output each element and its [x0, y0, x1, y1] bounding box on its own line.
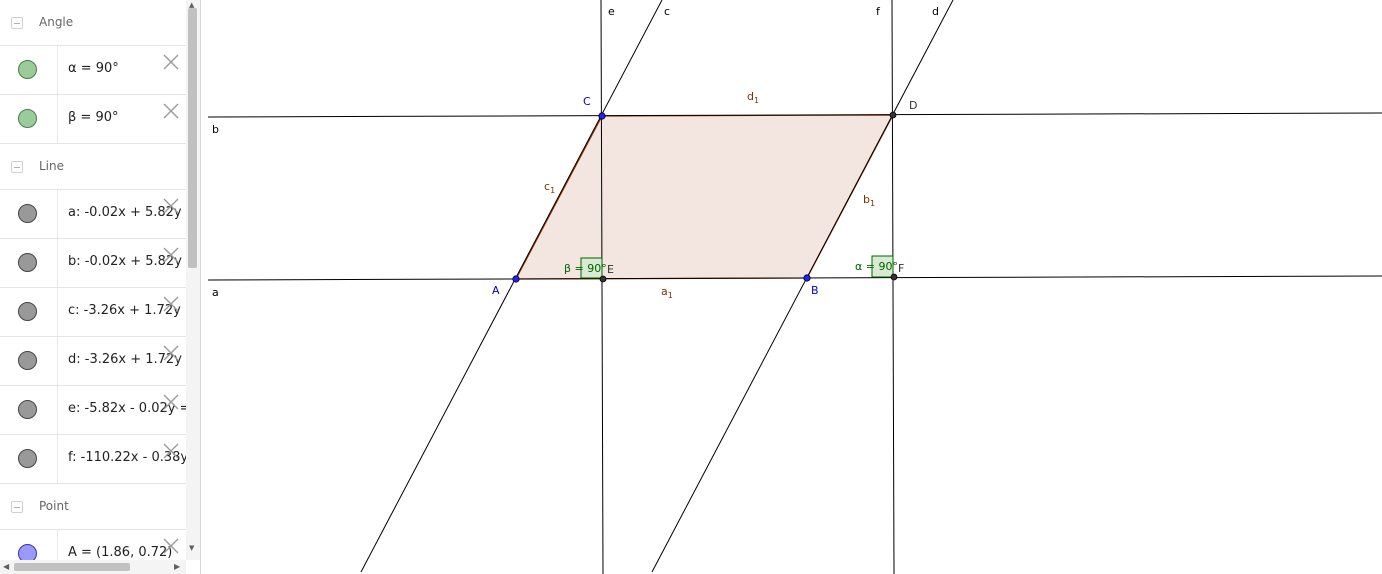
close-icon[interactable] [161, 392, 181, 412]
horizontal-scrollbar[interactable]: ◀ ▶ [0, 560, 186, 574]
group-header-point[interactable]: Point [0, 484, 186, 530]
object-definition[interactable]: α = 90° [68, 61, 119, 76]
line-label-d: d [932, 5, 939, 18]
segment-label-a1: a1 [661, 285, 673, 300]
close-icon[interactable] [161, 52, 181, 72]
row-divider [57, 337, 58, 385]
row-divider [57, 530, 58, 560]
group-title-angle: Angle [39, 15, 74, 29]
line-c[interactable] [360, 0, 663, 573]
group-title-line: Line [39, 159, 65, 173]
segment-label-c1: c1 [544, 180, 555, 195]
line-d[interactable] [651, 0, 954, 573]
visibility-toggle-icon[interactable] [18, 351, 37, 370]
close-icon[interactable] [161, 294, 181, 314]
point-e[interactable] [599, 275, 607, 283]
point-c[interactable] [598, 112, 606, 120]
point-label-b: B [811, 284, 819, 297]
object-definition[interactable]: β = 90° [68, 110, 119, 125]
vertical-scroll-thumb[interactable] [188, 8, 197, 268]
vertical-scrollbar[interactable]: ▲ ▼ [186, 0, 200, 560]
row-divider [57, 288, 58, 336]
visibility-toggle-icon[interactable] [18, 449, 37, 468]
line-e[interactable] [600, 0, 604, 574]
point-label-e: E [607, 263, 614, 276]
visibility-toggle-icon[interactable] [18, 400, 37, 419]
close-icon[interactable] [161, 196, 181, 216]
close-icon[interactable] [161, 245, 181, 265]
row-divider [57, 95, 58, 143]
scroll-right-icon[interactable]: ▶ [174, 562, 180, 571]
algebra-item-line-f[interactable]: f: -110.22x - 0.38y = [0, 435, 186, 484]
row-divider [57, 46, 58, 94]
group-header-angle[interactable]: Angle [0, 0, 186, 46]
line-label-a: a [212, 286, 219, 299]
algebra-item-line-b[interactable]: b: -0.02x + 5.82y = [0, 239, 186, 288]
group-header-line[interactable]: Line [0, 144, 186, 190]
collapse-icon[interactable] [11, 161, 23, 173]
scroll-down-icon[interactable]: ▼ [189, 544, 194, 552]
algebra-item-point-a[interactable]: A = (1.86, 0.72) [0, 530, 186, 560]
algebra-view: Angle α = 90° β = 90° Line a: -0.02x + 5… [0, 0, 201, 574]
row-divider [57, 435, 58, 483]
point-d[interactable] [889, 111, 897, 119]
line-label-e: e [608, 5, 615, 18]
parallelogram-polygon[interactable] [515, 114, 894, 280]
segment-label-d1: d1 [747, 90, 759, 105]
point-b[interactable] [803, 274, 811, 282]
construction-canvas[interactable]: β = 90° α = 90° a b c d e f a1 b1 c1 d1 … [201, 0, 1382, 574]
close-icon[interactable] [161, 101, 181, 121]
algebra-list: Angle α = 90° β = 90° Line a: -0.02x + 5… [0, 0, 186, 560]
row-divider [57, 386, 58, 434]
point-label-f: F [898, 262, 904, 275]
algebra-item-line-a[interactable]: a: -0.02x + 5.82y = [0, 190, 186, 239]
row-divider [57, 239, 58, 287]
scroll-left-icon[interactable]: ◀ [3, 562, 9, 571]
algebra-item-line-c[interactable]: c: -3.26x + 1.72y = [0, 288, 186, 337]
line-label-f: f [876, 5, 881, 18]
line-label-b: b [212, 123, 219, 136]
point-label-d: D [909, 99, 917, 112]
angle-label-alpha: α = 90° [855, 260, 898, 273]
visibility-toggle-icon[interactable] [18, 544, 37, 560]
algebra-item-beta[interactable]: β = 90° [0, 95, 186, 144]
algebra-item-alpha[interactable]: α = 90° [0, 46, 186, 95]
algebra-item-line-e[interactable]: e: -5.82x - 0.02y = [0, 386, 186, 435]
point-a[interactable] [512, 275, 520, 283]
close-icon[interactable] [161, 343, 181, 363]
point-f[interactable] [890, 273, 898, 281]
collapse-icon[interactable] [11, 501, 23, 513]
visibility-toggle-icon[interactable] [18, 204, 37, 223]
horizontal-scroll-thumb[interactable] [14, 563, 130, 571]
point-label-c: C [583, 95, 591, 108]
segment-label-b1: b1 [863, 193, 875, 208]
visibility-toggle-icon[interactable] [18, 253, 37, 272]
line-label-c: c [664, 5, 670, 18]
line-f[interactable] [891, 0, 895, 574]
algebra-item-line-d[interactable]: d: -3.26x + 1.72y = [0, 337, 186, 386]
angle-label-beta: β = 90° [564, 262, 607, 275]
close-icon[interactable] [161, 536, 181, 556]
close-icon[interactable] [161, 441, 181, 461]
object-definition[interactable]: A = (1.86, 0.72) [68, 545, 172, 560]
visibility-toggle-icon[interactable] [18, 109, 37, 128]
group-title-point: Point [39, 499, 69, 513]
visibility-toggle-icon[interactable] [18, 302, 37, 321]
visibility-toggle-icon[interactable] [18, 60, 37, 79]
collapse-icon[interactable] [11, 17, 23, 29]
point-label-a: A [492, 284, 500, 297]
row-divider [57, 190, 58, 238]
graphics-view[interactable]: β = 90° α = 90° a b c d e f a1 b1 c1 d1 … [201, 0, 1382, 574]
